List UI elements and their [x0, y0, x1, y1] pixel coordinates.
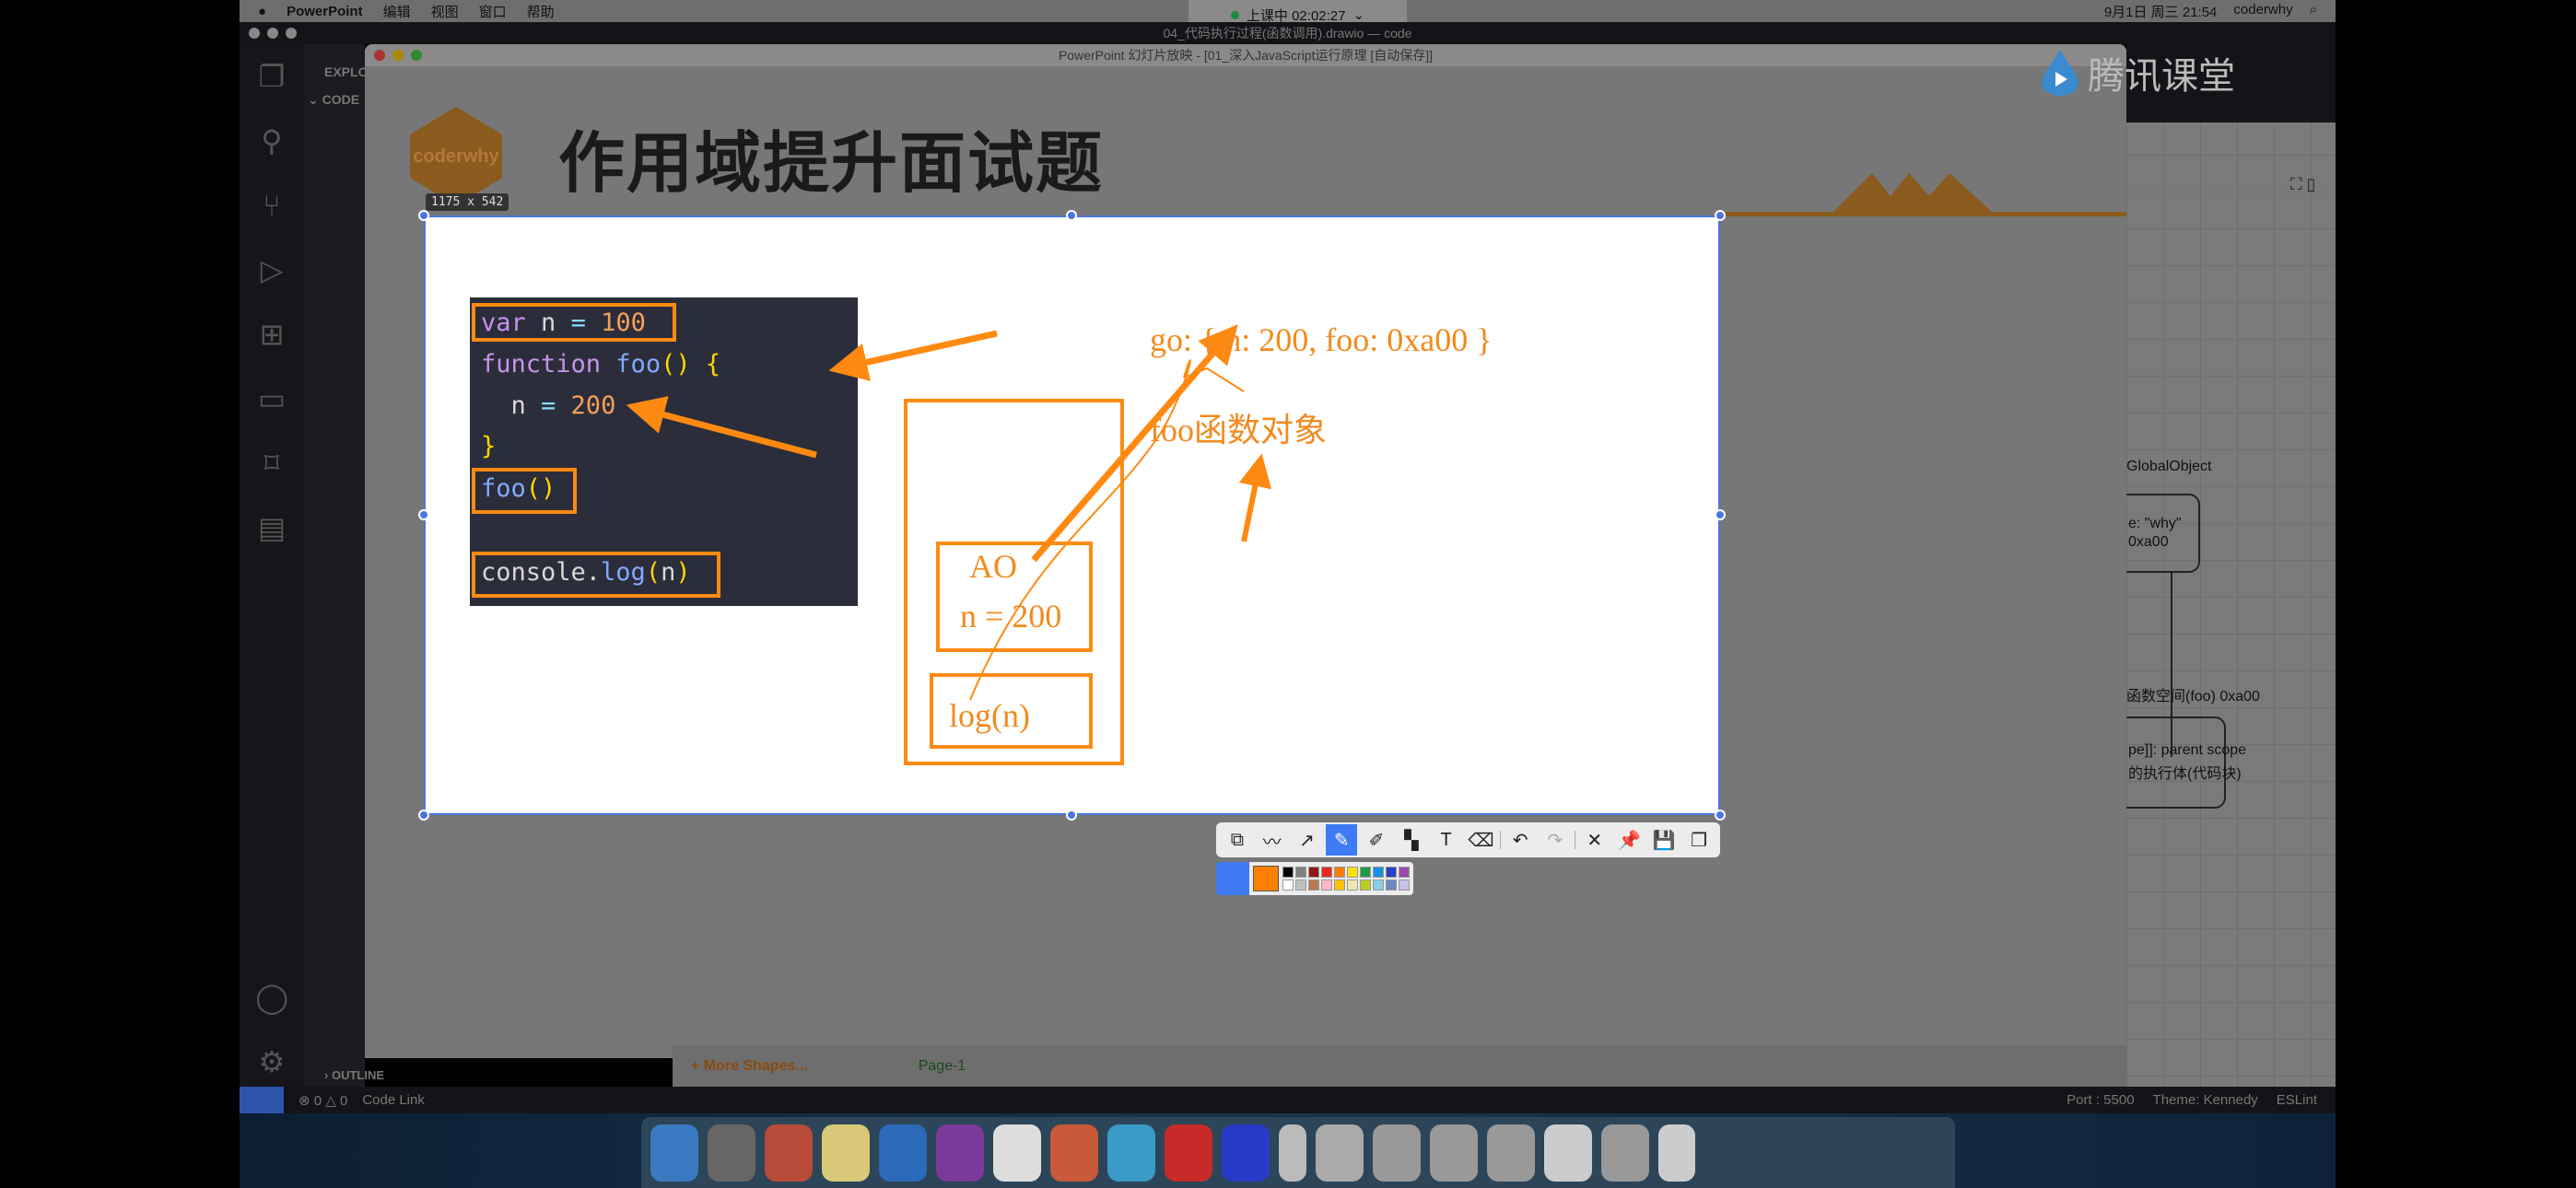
color-swatch[interactable] — [1321, 867, 1332, 878]
highlighter-icon[interactable]: ✐ — [1361, 824, 1392, 856]
window-thumbnail-icon[interactable] — [1373, 1124, 1421, 1182]
problems-status[interactable]: ⊗ 0 △ 0 — [299, 1092, 347, 1109]
remote-icon[interactable] — [240, 1087, 284, 1113]
toolbar-divider — [1500, 831, 1502, 849]
color-swatch[interactable] — [1334, 879, 1345, 891]
color-swatch[interactable] — [1282, 867, 1294, 878]
foo-function-object-text: foo函数对象 — [1150, 412, 1327, 448]
save-icon[interactable]: 💾 — [1648, 824, 1680, 856]
annotation-toolbar: ⧉ 〰 ↗ ✎ ✐ ▚ T ⌫ ↶ ↷ ✕ 📌 💾 ❐ — [1216, 822, 1720, 857]
notes-icon[interactable] — [822, 1124, 870, 1182]
eslint-status[interactable]: ESLint — [2277, 1092, 2317, 1108]
redo-icon[interactable]: ↷ — [1540, 824, 1571, 856]
ink-annotations — [626, 324, 1272, 765]
finder-icon[interactable] — [650, 1124, 698, 1182]
status-bar: ⊗ 0 △ 0 Code Link Port : 5500 Theme: Kenn… — [240, 1087, 2336, 1113]
color-swatch[interactable] — [1360, 879, 1371, 891]
theme-status[interactable]: Theme: Kennedy — [2153, 1092, 2258, 1108]
arrow — [626, 396, 817, 459]
color-swatch[interactable] — [1373, 867, 1384, 878]
eraser-icon[interactable]: ⌫ — [1465, 824, 1496, 856]
color-swatch[interactable] — [1360, 867, 1371, 878]
color-swatch[interactable] — [1295, 879, 1306, 891]
color-swatch[interactable] — [1295, 867, 1306, 878]
copy-icon[interactable]: ❐ — [1683, 824, 1715, 856]
window-thumbnail-icon[interactable] — [1601, 1124, 1649, 1182]
rectangle-icon[interactable]: ⧉ — [1222, 824, 1253, 856]
color-swatch[interactable] — [1399, 879, 1410, 891]
ao-n-text: n = 200 — [960, 598, 1062, 635]
color-swatch[interactable] — [1334, 867, 1345, 878]
port-status[interactable]: Port : 5500 — [2067, 1092, 2134, 1108]
mosaic-icon[interactable]: ▚ — [1396, 824, 1427, 856]
color-swatch[interactable] — [1399, 867, 1410, 878]
undo-icon[interactable]: ↶ — [1505, 824, 1536, 856]
tencent-class-icon[interactable] — [1107, 1124, 1155, 1182]
arrow — [1238, 453, 1272, 542]
screen-recorder-icon[interactable] — [1222, 1124, 1270, 1182]
close-icon[interactable]: ✕ — [1579, 824, 1610, 856]
app-icon[interactable] — [1279, 1124, 1306, 1182]
text-icon[interactable]: T — [1431, 824, 1462, 856]
color-swatch[interactable] — [1321, 879, 1332, 891]
color-swatch[interactable] — [1347, 867, 1358, 878]
onenote-icon[interactable] — [936, 1124, 984, 1182]
more-shapes-button[interactable]: + More Shapes... — [691, 1058, 808, 1075]
color-swatch[interactable] — [1373, 879, 1384, 891]
window-thumbnail-icon[interactable] — [1544, 1124, 1592, 1182]
launchpad-icon[interactable] — [708, 1124, 755, 1182]
color-swatch[interactable] — [1386, 879, 1397, 891]
pen-icon[interactable]: ✎ — [1326, 824, 1358, 856]
log-text: log(n) — [949, 697, 1030, 734]
selected-color[interactable] — [1253, 866, 1279, 891]
page-tab[interactable]: Page-1 — [919, 1058, 966, 1075]
typora-icon[interactable] — [993, 1124, 1041, 1182]
netease-music-icon[interactable] — [1165, 1124, 1212, 1182]
vscode-icon[interactable] — [879, 1124, 927, 1182]
tencent-classroom-logo: 腾讯课堂 — [2042, 46, 2235, 99]
arrow — [828, 330, 998, 381]
window-thumbnail-icon[interactable] — [1430, 1124, 1478, 1182]
arrow-icon[interactable]: ↗ — [1292, 824, 1323, 856]
go-object-text: go: { n: 200, foo: 0xa00 } — [1150, 321, 1493, 358]
color-swatch[interactable] — [1347, 879, 1358, 891]
polyline-icon[interactable]: 〰 — [1257, 824, 1288, 856]
powerpoint-icon[interactable] — [1050, 1124, 1098, 1182]
color-swatch[interactable] — [1282, 879, 1294, 891]
color-panel — [1216, 862, 1439, 895]
ao-text: AO — [969, 548, 1017, 585]
pin-icon[interactable]: 📌 — [1614, 824, 1645, 856]
dock — [641, 1117, 1955, 1188]
stroke-size-button[interactable] — [1216, 862, 1249, 895]
code-link-status[interactable]: Code Link — [362, 1092, 425, 1108]
color-swatch[interactable] — [1308, 867, 1319, 878]
drawio-bottom-bar: + More Shapes... Page-1 — [673, 1045, 2126, 1087]
window-thumbnail-icon[interactable] — [1316, 1124, 1364, 1182]
color-swatch[interactable] — [1386, 867, 1397, 878]
color-swatch[interactable] — [1308, 879, 1319, 891]
trash-icon[interactable] — [1658, 1124, 1695, 1182]
chrome-icon[interactable] — [765, 1124, 813, 1182]
window-thumbnail-icon[interactable] — [1487, 1124, 1535, 1182]
